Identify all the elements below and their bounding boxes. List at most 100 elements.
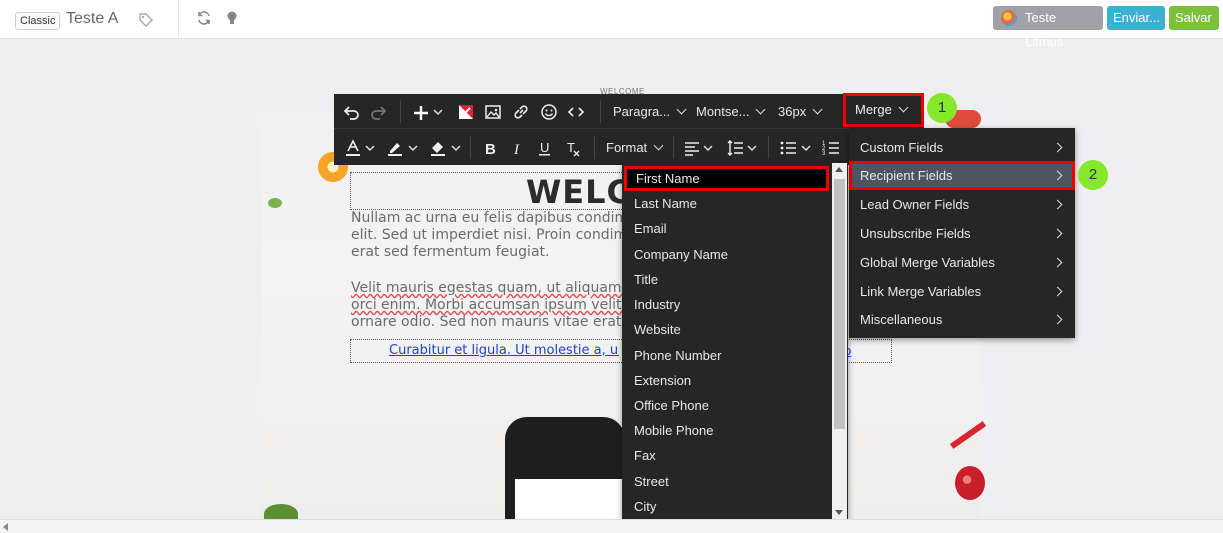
paragraph-line: orci enim. Morbi accumsan ipsum velit. N [351, 297, 631, 313]
line-height-icon[interactable] [726, 139, 744, 157]
redo-icon[interactable] [370, 103, 388, 121]
bold-icon[interactable]: B [481, 139, 499, 157]
scrollbar-thumb[interactable] [834, 179, 845, 429]
paragraph-block[interactable]: Nullam ac urna eu felis dapibus condime … [351, 210, 631, 264]
paragraph-select-label: Paragra... [613, 104, 671, 119]
paragraph-line: ornare odio. Sed non mauris vitae erat c [351, 314, 631, 330]
scroll-left-arrow-icon[interactable] [3, 523, 8, 531]
font-size-select[interactable]: 36px [778, 94, 823, 129]
litmus-icon [1001, 10, 1017, 26]
toolbar-divider [600, 100, 601, 123]
merge-menu-item-miscellaneous[interactable]: Miscellaneous [849, 305, 1075, 334]
list-item-city[interactable]: City [622, 494, 832, 519]
chevron-right-icon [1052, 286, 1063, 297]
chevron-down-icon[interactable] [703, 139, 713, 157]
list-item-mobile-phone[interactable]: Mobile Phone [622, 418, 832, 443]
highlight-icon[interactable] [386, 139, 404, 157]
font-size-label: 36px [778, 104, 807, 119]
decorative-leaf-image [268, 198, 282, 208]
horizontal-scrollbar[interactable] [0, 519, 1223, 533]
list-item-title[interactable]: Title [622, 267, 832, 292]
toolbar-divider [400, 100, 401, 123]
toolbar-divider [470, 136, 471, 159]
list-item-last-name[interactable]: Last Name [622, 191, 832, 216]
list-item-company-name[interactable]: Company Name [622, 242, 832, 267]
link-text[interactable]: Curabitur et ligula. Ut molestie a, ultr… [389, 343, 619, 358]
font-family-select[interactable]: Montse... [696, 94, 766, 129]
chevron-right-icon [1052, 228, 1063, 239]
chevron-down-icon[interactable] [433, 103, 443, 121]
merge-menu-item-link-merge-variables[interactable]: Link Merge Variables [849, 277, 1075, 306]
merge-menu-button[interactable]: Merge [843, 93, 924, 127]
chevron-down-icon[interactable] [365, 139, 375, 157]
list-item-extension[interactable]: Extension [622, 368, 832, 393]
underline-icon[interactable]: U [536, 139, 554, 157]
align-left-icon[interactable] [683, 139, 701, 157]
format-label: Format [606, 140, 648, 155]
svg-text:T: T [567, 140, 575, 155]
menu-item-label: Custom Fields [860, 140, 944, 155]
litmus-test-button[interactable]: Teste Litmus [993, 6, 1103, 49]
merge-menu-item-unsubscribe-fields[interactable]: Unsubscribe Fields [849, 219, 1075, 248]
svg-text:3: 3 [822, 151, 826, 157]
chevron-down-icon [653, 140, 664, 151]
emoji-icon[interactable] [540, 103, 558, 121]
code-view-icon[interactable] [567, 103, 585, 121]
phone-image [505, 417, 625, 529]
lightbulb-icon[interactable] [226, 10, 238, 26]
italic-icon[interactable]: I [508, 139, 526, 157]
svg-text:I: I [513, 142, 520, 157]
scroll-down-arrow-icon[interactable] [835, 510, 843, 515]
list-item-phone-number[interactable]: Phone Number [622, 343, 832, 368]
undo-icon[interactable] [342, 103, 360, 121]
list-item-email[interactable]: Email [622, 216, 832, 241]
bullet-list-icon[interactable] [779, 139, 797, 157]
merge-menu-item-recipient-fields[interactable]: Recipient Fields [849, 161, 1075, 190]
chevron-down-icon[interactable] [408, 139, 418, 157]
list-item-fax[interactable]: Fax [622, 443, 832, 468]
chevron-down-icon [756, 104, 766, 115]
chevron-down-icon[interactable] [801, 139, 811, 157]
chevron-down-icon [812, 104, 823, 115]
document-title[interactable]: Teste A [66, 10, 118, 28]
recipient-fields-list: First Name Last Name Email Company Name … [622, 163, 848, 519]
list-scrollbar[interactable] [832, 163, 847, 519]
list-item-office-phone[interactable]: Office Phone [622, 393, 832, 418]
toolbar-row: B I U T Format 123 [334, 130, 924, 165]
list-item-website[interactable]: Website [622, 317, 832, 342]
mode-badge[interactable]: Classic [15, 12, 61, 30]
chevron-down-icon [898, 102, 909, 113]
list-item-street[interactable]: Street [622, 469, 832, 494]
tag-icon[interactable] [138, 12, 154, 28]
list-item-industry[interactable]: Industry [622, 292, 832, 317]
image-icon[interactable] [484, 103, 502, 121]
menu-item-label: Link Merge Variables [860, 284, 982, 299]
format-menu-button[interactable]: Format [606, 130, 664, 165]
merge-label: Merge [855, 102, 892, 117]
media-library-icon[interactable] [457, 103, 475, 121]
merge-menu: Custom Fields Recipient Fields Lead Owne… [849, 128, 1075, 338]
scroll-up-arrow-icon[interactable] [835, 167, 843, 172]
paragraph-format-select[interactable]: Paragra... [613, 94, 687, 129]
insert-plus-icon[interactable] [412, 104, 430, 122]
save-button[interactable]: Salvar [1169, 6, 1219, 30]
refresh-icon[interactable] [197, 11, 211, 25]
menu-item-label: Unsubscribe Fields [860, 226, 971, 241]
font-color-icon[interactable] [344, 139, 362, 157]
link-icon[interactable] [512, 103, 530, 121]
chevron-right-icon [1052, 257, 1063, 268]
send-button[interactable]: Enviar... [1107, 6, 1165, 30]
editor-toolbar: Paragra... Montse... 36px B I U T Format… [334, 94, 924, 165]
chevron-down-icon[interactable] [451, 139, 461, 157]
merge-menu-item-lead-owner-fields[interactable]: Lead Owner Fields [849, 190, 1075, 219]
list-item-first-name[interactable]: First Name [624, 166, 829, 191]
background-fill-icon[interactable] [429, 139, 447, 157]
menu-item-label: Recipient Fields [860, 168, 953, 183]
numbered-list-icon[interactable]: 123 [822, 139, 840, 157]
chevron-down-icon[interactable] [747, 139, 757, 157]
toolbar-divider [673, 136, 674, 159]
paragraph-block[interactable]: Velit mauris egestas quam, ut aliquam m … [351, 280, 631, 334]
clear-format-icon[interactable]: T [564, 139, 582, 157]
merge-menu-item-global-merge-variables[interactable]: Global Merge Variables [849, 248, 1075, 277]
merge-menu-item-custom-fields[interactable]: Custom Fields [849, 133, 1075, 162]
